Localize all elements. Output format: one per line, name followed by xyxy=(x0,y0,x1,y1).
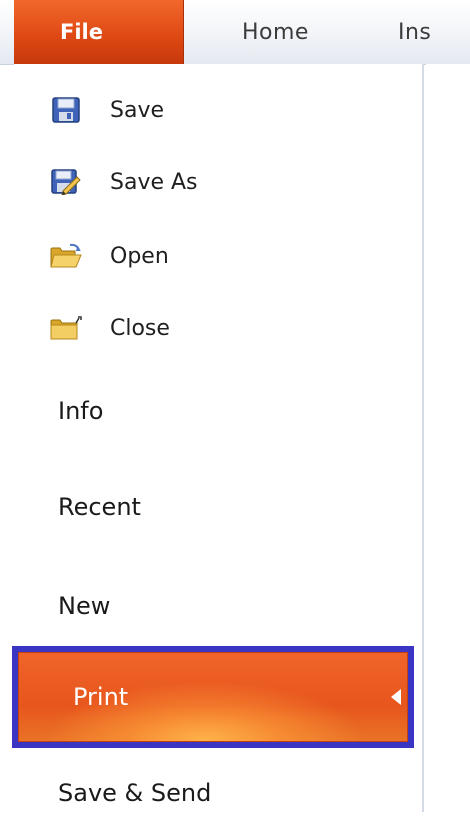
nav-recent-label: Recent xyxy=(58,493,141,521)
nav-info-label: Info xyxy=(58,397,104,425)
nav-new[interactable]: New xyxy=(58,583,110,629)
close-folder-icon xyxy=(50,314,82,342)
open-label: Open xyxy=(110,243,169,269)
nav-info[interactable]: Info xyxy=(58,388,103,434)
tab-file[interactable]: File xyxy=(14,0,184,64)
save-as-command[interactable]: Save As xyxy=(50,160,198,204)
save-label: Save xyxy=(110,97,165,123)
nav-recent[interactable]: Recent xyxy=(58,484,141,530)
tab-insert[interactable]: Ins xyxy=(398,0,431,64)
ribbon-tab-bar: File Home Ins xyxy=(0,0,470,65)
save-as-label: Save As xyxy=(110,169,198,195)
close-label: Close xyxy=(110,315,170,341)
nav-print-selected: Print xyxy=(18,652,408,742)
nav-print[interactable]: Print xyxy=(12,646,414,748)
tab-home-label: Home xyxy=(242,19,309,45)
tab-insert-label: Ins xyxy=(398,19,432,45)
nav-print-label: Print xyxy=(73,683,129,711)
save-command[interactable]: Save xyxy=(50,88,164,132)
tab-file-label: File xyxy=(60,20,103,44)
save-as-icon xyxy=(50,168,82,196)
backstage-content-area xyxy=(426,64,470,812)
close-command[interactable]: Close xyxy=(50,306,170,350)
save-icon xyxy=(50,96,82,124)
nav-save-send[interactable]: Save & Send xyxy=(58,770,211,816)
nav-new-label: New xyxy=(58,592,111,620)
open-folder-icon xyxy=(50,242,82,270)
tab-home[interactable]: Home xyxy=(242,0,309,64)
nav-save-send-label: Save & Send xyxy=(58,779,212,807)
open-command[interactable]: Open xyxy=(50,234,169,278)
selected-pointer-icon xyxy=(391,689,401,705)
